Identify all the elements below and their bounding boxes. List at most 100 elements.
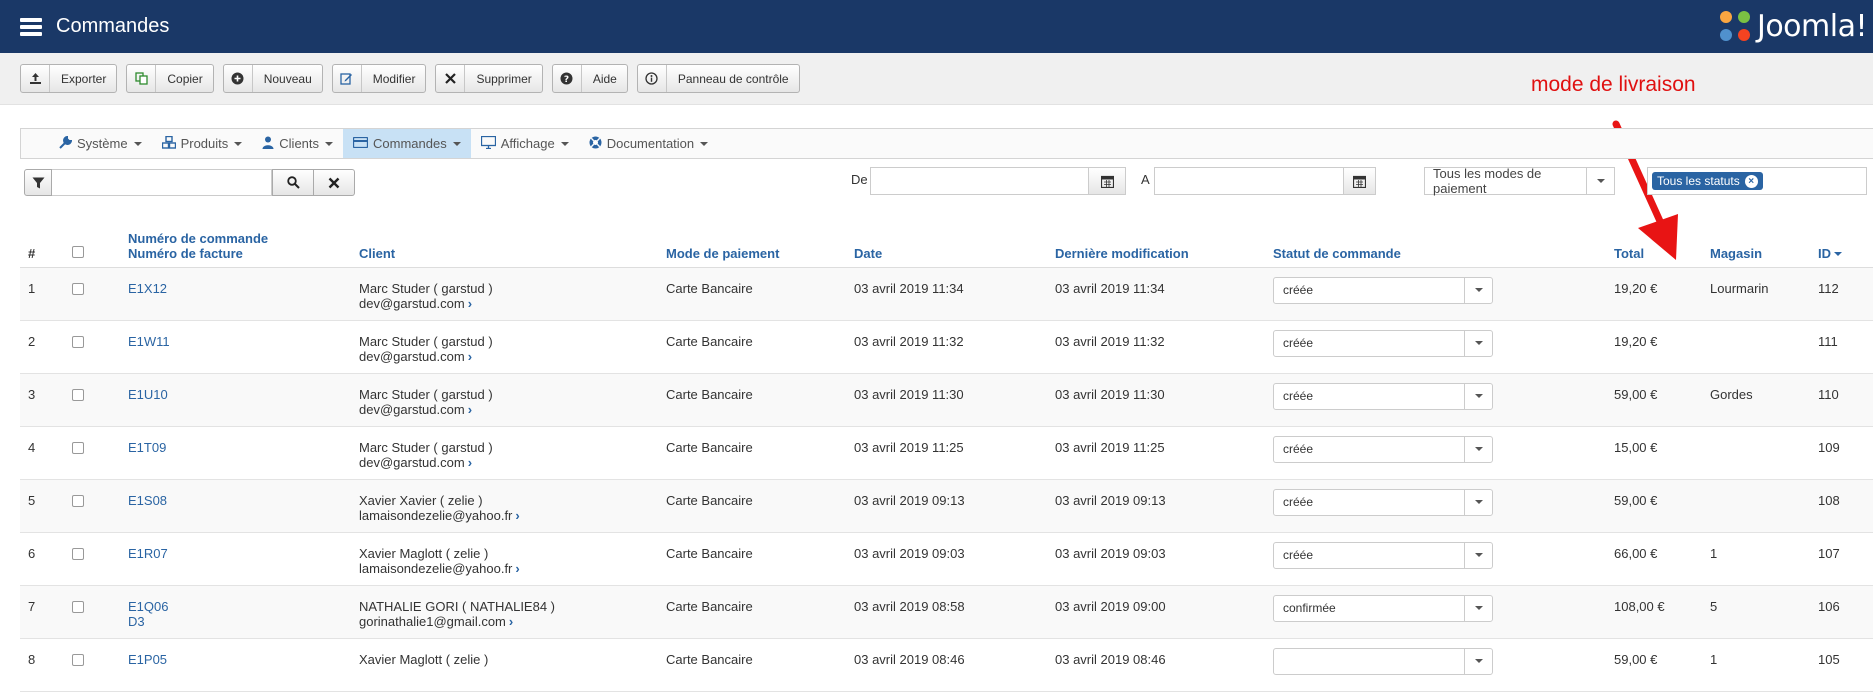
- row-num: 4: [20, 426, 64, 480]
- close-icon: [328, 177, 340, 188]
- col-header-id[interactable]: ID: [1810, 215, 1873, 268]
- client-email[interactable]: lamaisondezelie@yahoo.fr: [359, 561, 512, 576]
- date-from-field: [870, 167, 1126, 195]
- caret-down-icon: [1464, 277, 1492, 303]
- copy-button[interactable]: Copier: [126, 64, 214, 93]
- date-to-calendar-button[interactable]: [1343, 168, 1375, 194]
- control-panel-button[interactable]: Panneau de contrôle: [636, 64, 800, 93]
- row-select-cell: [64, 426, 120, 480]
- payment-mode-select[interactable]: Tous les modes de paiement: [1424, 166, 1615, 196]
- invoice-number-link[interactable]: D3: [128, 614, 145, 629]
- chevron-right-icon[interactable]: ›: [468, 455, 472, 470]
- order-number-link[interactable]: E1S08: [128, 493, 167, 508]
- clear-search-button[interactable]: [314, 169, 355, 196]
- status-filter-select[interactable]: Tous les statuts ×: [1647, 167, 1867, 195]
- row-checkbox[interactable]: [72, 282, 84, 295]
- client-email[interactable]: lamaisondezelie@yahoo.fr: [359, 508, 512, 523]
- client-email[interactable]: gorinathalie1@gmail.com: [359, 614, 506, 629]
- order-number-link[interactable]: E1X12: [128, 281, 167, 296]
- submenu-nav: Système Produits Clients Commandes Affic…: [20, 128, 1873, 159]
- col-header-total[interactable]: Total: [1606, 215, 1702, 268]
- delete-button[interactable]: Supprimer: [435, 64, 543, 93]
- chevron-right-icon[interactable]: ›: [509, 614, 513, 629]
- chevron-right-icon[interactable]: ›: [468, 349, 472, 364]
- row-checkbox[interactable]: [72, 335, 84, 348]
- store-cell: [1702, 426, 1810, 480]
- order-number-cell: E1W11: [120, 320, 351, 374]
- remove-tag-icon[interactable]: ×: [1744, 174, 1758, 188]
- chevron-right-icon[interactable]: ›: [515, 508, 519, 523]
- order-number-link[interactable]: E1U10: [128, 387, 168, 402]
- select-all-checkbox[interactable]: [72, 245, 84, 258]
- new-button[interactable]: Nouveau: [222, 64, 323, 93]
- row-checkbox[interactable]: [72, 547, 84, 560]
- date-to-label: A: [1141, 172, 1150, 187]
- order-status-select[interactable]: confirmée: [1273, 594, 1493, 622]
- order-number-link[interactable]: E1R07: [128, 546, 168, 561]
- order-status-select[interactable]: créée: [1273, 541, 1493, 569]
- chevron-right-icon[interactable]: ›: [515, 561, 519, 576]
- copy-icon: [127, 65, 157, 92]
- order-status-select[interactable]: créée: [1273, 488, 1493, 516]
- row-checkbox[interactable]: [72, 388, 84, 401]
- order-number-link[interactable]: E1P05: [128, 652, 167, 667]
- chevron-right-icon[interactable]: ›: [468, 402, 472, 417]
- client-email[interactable]: dev@garstud.com: [359, 349, 465, 364]
- date-to-input[interactable]: [1155, 168, 1343, 194]
- new-button-label: Nouveau: [263, 71, 312, 86]
- status-filter-tag[interactable]: Tous les statuts ×: [1652, 172, 1763, 190]
- order-status-value: créée: [1283, 548, 1314, 562]
- nav-item-produits[interactable]: Produits: [152, 129, 253, 158]
- order-status-select[interactable]: créée: [1273, 276, 1493, 304]
- nav-item-label: Commandes: [373, 136, 447, 151]
- client-email[interactable]: dev@garstud.com: [359, 455, 465, 470]
- export-button[interactable]: Exporter: [20, 64, 118, 93]
- date-from-calendar-button[interactable]: [1088, 168, 1125, 194]
- store-cell: [1702, 479, 1810, 533]
- order-number-link[interactable]: E1T09: [128, 440, 166, 455]
- date-cell: 03 avril 2019 11:25: [846, 426, 1047, 480]
- col-header-date[interactable]: Date: [846, 215, 1047, 268]
- nav-item-documentation[interactable]: Documentation: [579, 129, 718, 158]
- credit-card-icon: [352, 136, 369, 151]
- order-status-select[interactable]: créée: [1273, 435, 1493, 463]
- nav-item-commandes[interactable]: Commandes: [343, 129, 471, 158]
- client-email[interactable]: dev@garstud.com: [359, 296, 465, 311]
- col-header-order-number[interactable]: Numéro de commande Numéro de facture: [120, 215, 351, 268]
- col-header-id-label: ID: [1818, 245, 1831, 261]
- row-checkbox[interactable]: [72, 441, 84, 454]
- col-header-status[interactable]: Statut de commande: [1265, 215, 1606, 268]
- order-status-select[interactable]: [1273, 647, 1493, 675]
- nav-item-systeme[interactable]: Système: [49, 129, 152, 158]
- nav-item-clients[interactable]: Clients: [252, 129, 343, 158]
- col-header-client[interactable]: Client: [351, 215, 658, 268]
- chevron-right-icon[interactable]: ›: [468, 296, 472, 311]
- col-header-payment[interactable]: Mode de paiement: [658, 215, 846, 268]
- order-number-link[interactable]: E1Q06: [128, 599, 168, 614]
- client-email[interactable]: dev@garstud.com: [359, 402, 465, 417]
- order-number-cell: E1X12: [120, 267, 351, 321]
- client-name: Xavier Maglott ( zelie ): [359, 651, 489, 667]
- date-from-input[interactable]: [871, 168, 1088, 194]
- caret-down-icon: [1464, 648, 1492, 674]
- caret-down-icon: [1464, 330, 1492, 356]
- help-button[interactable]: ? Aide: [551, 64, 628, 93]
- edit-button[interactable]: Modifier: [331, 64, 427, 93]
- order-status-select[interactable]: créée: [1273, 329, 1493, 357]
- filter-toggle-button[interactable]: [24, 169, 52, 196]
- row-checkbox[interactable]: [72, 653, 84, 666]
- order-number-link[interactable]: E1W11: [128, 334, 170, 349]
- nav-item-label: Système: [77, 136, 128, 151]
- order-status-select[interactable]: créée: [1273, 382, 1493, 410]
- nav-item-affichage[interactable]: Affichage: [471, 129, 579, 158]
- help-button-label: Aide: [592, 71, 617, 86]
- col-header-modified[interactable]: Dernière modification: [1047, 215, 1265, 268]
- row-checkbox[interactable]: [72, 600, 84, 613]
- order-status-value: créée: [1283, 283, 1314, 297]
- search-input[interactable]: [52, 169, 272, 196]
- joomla-logo[interactable]: Joomla!: [1717, 8, 1868, 44]
- row-checkbox[interactable]: [72, 494, 84, 507]
- col-header-store[interactable]: Magasin: [1702, 215, 1810, 268]
- search-button[interactable]: [272, 169, 314, 196]
- page-title: Commandes: [56, 15, 170, 37]
